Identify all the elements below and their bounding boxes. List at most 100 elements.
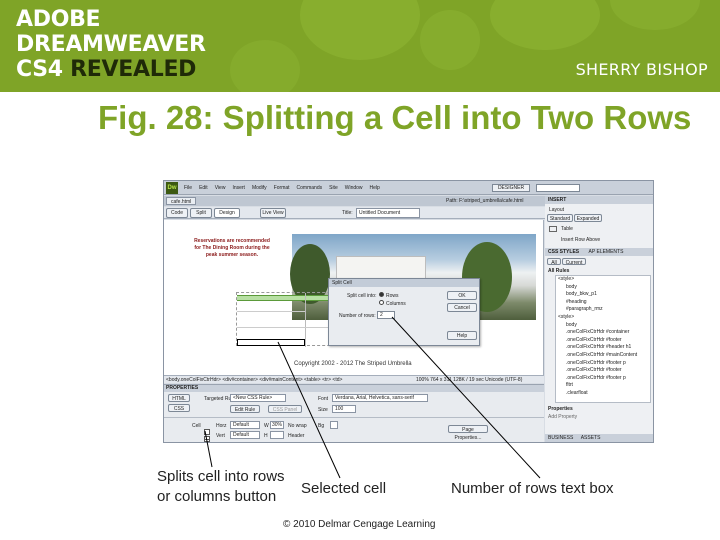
columns-radio-label: Columns [386,301,406,307]
page-title-input[interactable]: Untitled Document [356,208,420,218]
css-mode-button[interactable]: CSS [168,404,190,412]
width-input[interactable]: 30% [270,421,284,429]
height-input[interactable] [270,431,284,439]
reservation-text: Reservations are recommended for The Din… [194,238,270,258]
insert-row-above-item[interactable]: Insert Row Above [561,237,600,243]
banner-decoration [230,40,300,92]
bg-label: Bg [318,423,325,429]
menu-window[interactable]: Window [345,185,363,191]
css-rule-item[interactable]: <style> [556,314,650,322]
table-icon [549,226,557,232]
slide-title: Fig. 28: Splitting a Cell into Two Rows [98,99,692,136]
menu-format[interactable]: Format [274,185,290,191]
assets-tab[interactable]: ASSETS [581,435,601,441]
menu-bar: Dw File Edit View Insert Modify Format Command… [164,181,653,195]
code-view-button[interactable]: Code [166,208,188,218]
cancel-button[interactable]: Cancel [447,303,477,312]
menu-modify[interactable]: Modify [252,185,267,191]
panel-divider [164,417,544,418]
insert-category-label: Layout [549,207,565,213]
split-view-button[interactable]: Split [190,208,212,218]
rows-count-input[interactable]: 2 [377,311,395,319]
design-view-button[interactable]: Design [214,208,240,218]
css-rule-item[interactable]: .oneColFixCtrHdr #header h1 [556,344,650,352]
menu-help[interactable]: Help [370,185,380,191]
css-rule-item[interactable]: body [556,322,650,330]
rows-count-label: Number of rows: [339,313,376,319]
edit-rule-button[interactable]: Edit Rule [230,405,260,413]
h-label: H [264,433,268,439]
expanded-mode-button[interactable]: Expanded [574,214,602,222]
banner-decoration [300,0,420,60]
split-button-caption: Splits cell into rows or columns button [157,468,285,505]
split-into-label: Split cell into: [347,293,377,299]
table-insert-item[interactable]: Table [561,226,573,232]
document-tab[interactable]: cafe.html [166,197,197,205]
css-rule-item[interactable]: fltrt [556,382,650,390]
split-cell-dialog: Split Cell Split cell into: Rows Columns… [328,278,480,346]
header-banner: ADOBE DREAMWEAVER CS4 REVEALED SHERRY BI… [0,0,720,92]
horz-select[interactable]: Default [230,421,260,429]
table-divider [305,293,306,347]
columns-radio[interactable] [379,300,384,305]
menu-view[interactable]: View [215,185,226,191]
status-info: 100% 764 x 311 128K / 19 sec Unicode (UT… [416,377,523,383]
workspace-switcher[interactable]: DESIGNER [492,184,530,192]
css-rule-item[interactable]: .oneColFixCtrHdr #footer p [556,360,650,368]
rows-radio[interactable] [379,292,384,297]
css-rule-item[interactable]: .oneColFixCtrHdr #container [556,329,650,337]
live-view-button[interactable]: Live View [260,208,286,218]
add-property-link[interactable]: Add Property [548,414,577,420]
size-label: Size [318,407,328,413]
css-rule-item[interactable]: .oneColFixCtrHdr #footer [556,367,650,375]
merge-cells-icon[interactable] [204,429,210,435]
horz-label: Horz [216,423,227,429]
css-rule-item[interactable]: .oneColFixCtrHdr #footer p [556,375,650,383]
insert-panel-tab[interactable]: INSERT [545,196,653,204]
css-rule-item[interactable]: body_bkw_p1 [556,291,650,299]
css-rule-item[interactable]: #heading [556,299,650,307]
tag-selector[interactable]: <body.oneColFixCtrHdr> <div#container> <… [166,377,342,383]
html-mode-button[interactable]: HTML [168,394,190,402]
file-path: Path: F:\striped_umbrella\cafe.html [446,198,524,204]
current-rules-tab[interactable]: Current [562,258,586,266]
font-label: Font [318,396,329,402]
css-rule-item[interactable]: <style> [556,276,650,284]
copyright-notice: © 2010 Delmar Cengage Learning [283,519,436,530]
business-tab[interactable]: BUSINESS [548,435,573,441]
cell-label: Cell [192,423,201,429]
menu-file[interactable]: File [184,185,192,191]
vert-select[interactable]: Default [230,431,260,439]
css-styles-tab[interactable]: CSS STYLES [548,249,579,255]
size-select[interactable]: 100 [332,405,356,413]
page-properties-button[interactable]: Page Properties... [448,425,488,441]
header-label: Header [288,433,305,439]
css-rule-item[interactable]: body [556,284,650,292]
ap-elements-tab[interactable]: AP ELEMENTS [589,249,624,255]
ok-button[interactable]: OK [447,291,477,300]
menu-insert[interactable]: Insert [232,185,245,191]
css-rule-item[interactable]: .oneColFixCtrHdr #mainContent [556,352,650,360]
css-rule-item[interactable]: #paragraph_rmz [556,306,650,314]
banner-decoration [610,0,700,30]
menu-site[interactable]: Site [329,185,338,191]
css-panel-header: CSS STYLES AP ELEMENTS [545,248,653,256]
split-cell-icon [205,439,209,440]
search-input[interactable] [536,184,580,192]
all-rules-tab[interactable]: All [547,258,561,266]
bg-color-swatch[interactable] [330,421,338,429]
book-logo: ADOBE DREAMWEAVER CS4 REVEALED [16,7,206,82]
menu-commands[interactable]: Commands [297,185,323,191]
css-rule-item[interactable]: .clearfloat [556,390,650,398]
font-select[interactable]: Verdana, Arial, Helvetica, sans-serif [332,394,428,402]
page-copyright: Copyright 2002 - 2012 The Striped Umbrel… [294,361,412,367]
help-button[interactable]: Help [447,331,477,340]
targeted-rule-select[interactable]: <New CSS Rule> [230,394,286,402]
menu-edit[interactable]: Edit [199,185,208,191]
css-rule-item[interactable]: .oneColFixCtrHdr #footer [556,337,650,345]
selected-cell[interactable] [237,339,305,346]
split-cell-button[interactable] [204,436,210,442]
standard-mode-button[interactable]: Standard [547,214,573,222]
banner-decoration [490,0,600,50]
css-panel-button[interactable]: CSS Panel [268,405,302,413]
